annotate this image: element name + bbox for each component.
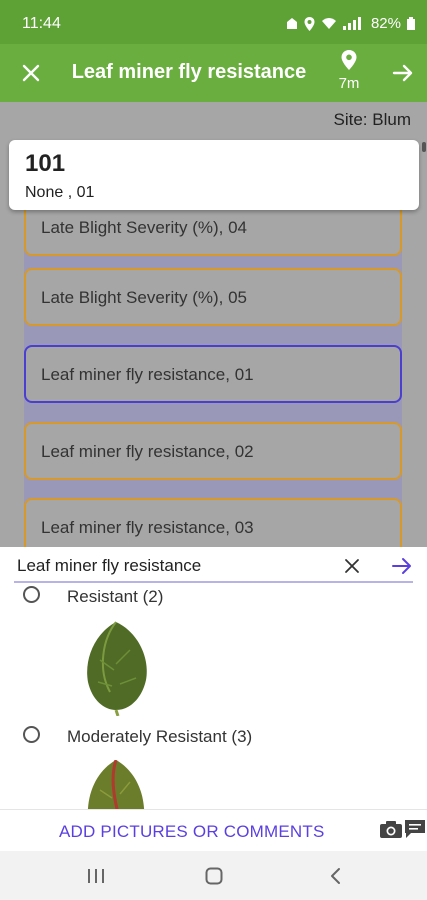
arrow-right-icon[interactable] — [390, 554, 414, 578]
trait-list-area: Site: Blum Late Blight Severity (%), 04 … — [0, 102, 427, 547]
system-nav-bar — [0, 851, 427, 900]
list-item[interactable]: Leaf miner fly resistance, 02 — [24, 422, 402, 480]
close-icon[interactable] — [342, 556, 362, 576]
status-icons: 82% — [286, 15, 415, 32]
recent-apps-icon[interactable] — [87, 868, 105, 884]
list-item[interactable]: Late Blight Severity (%), 05 — [24, 268, 402, 326]
sheet-title: Leaf miner fly resistance — [17, 556, 202, 575]
sheet-footer: ADD PICTURES OR COMMENTS — [0, 809, 427, 852]
list-item-label: Late Blight Severity (%), 05 — [41, 288, 247, 307]
location-distance: 7m — [338, 75, 360, 92]
radio-moderately-resistant[interactable] — [23, 726, 40, 743]
list-item[interactable]: Leaf miner fly resistance, 03 — [24, 498, 402, 547]
list-item-label: Leaf miner fly resistance, 03 — [41, 518, 254, 537]
status-bar: 11:44 82% — [0, 0, 427, 44]
battery-icon — [407, 17, 415, 30]
plot-card[interactable]: 101 None , 01 — [9, 140, 419, 210]
scrollbar[interactable] — [422, 142, 426, 152]
page-title: Leaf miner fly resistance — [71, 61, 307, 83]
arrow-right-icon[interactable] — [390, 60, 416, 86]
location-icon — [304, 16, 315, 31]
list-item-label: Leaf miner fly resistance, 01 — [41, 365, 254, 384]
leaf-image-resistant — [87, 621, 147, 716]
location-pin-icon — [341, 50, 357, 70]
camera-icon[interactable] — [380, 820, 402, 838]
back-icon[interactable] — [328, 867, 342, 885]
trait-sheet: Leaf miner fly resistance Resistant (2) … — [0, 547, 427, 809]
status-time: 11:44 — [22, 15, 61, 32]
close-icon[interactable] — [18, 60, 44, 86]
plot-number: 101 — [25, 150, 66, 177]
option-label: Moderately Resistant (3) — [67, 727, 253, 746]
location-button[interactable]: 7m — [334, 50, 364, 92]
home-icon[interactable] — [205, 867, 223, 885]
sheet-divider — [14, 581, 413, 583]
list-item-selected[interactable]: Leaf miner fly resistance, 01 — [24, 345, 402, 403]
app-bar: Leaf miner fly resistance 7m — [0, 44, 427, 102]
battery-percent: 82% — [370, 15, 401, 32]
site-label: Site: Blum — [333, 110, 411, 129]
leaf-image-moderately-resistant — [88, 760, 144, 809]
wifi-icon — [321, 18, 336, 29]
plot-subtitle: None , 01 — [25, 184, 95, 201]
list-item-label: Leaf miner fly resistance, 02 — [41, 442, 254, 461]
option-label: Resistant (2) — [67, 587, 164, 606]
notification-icon — [286, 18, 297, 29]
add-pictures-button[interactable]: ADD PICTURES OR COMMENTS — [59, 822, 324, 842]
signal-icon — [342, 17, 361, 30]
list-item-label: Late Blight Severity (%), 04 — [41, 218, 247, 237]
comment-icon[interactable] — [404, 819, 426, 839]
radio-resistant[interactable] — [23, 586, 40, 603]
